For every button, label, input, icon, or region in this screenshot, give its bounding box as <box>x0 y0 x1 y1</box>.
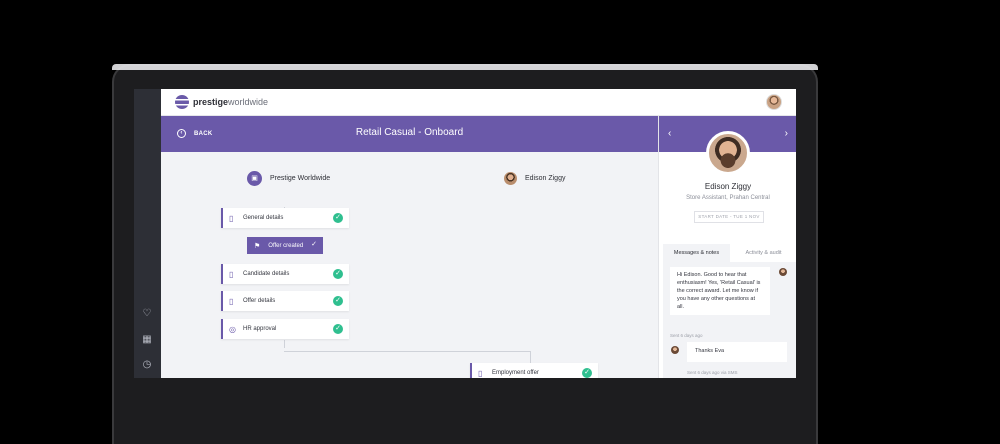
step-employment-offer[interactable]: ▯ Employment offer ✓ <box>470 363 598 378</box>
chevron-left-icon[interactable]: ‹ <box>668 128 671 139</box>
offer-created-badge[interactable]: ⚑ Offer created ✓ <box>247 237 323 254</box>
check-icon: ✓ <box>311 241 317 248</box>
page-title: Retail Casual - Onboard <box>355 127 464 138</box>
flag-icon: ⚑ <box>254 242 261 250</box>
connector-line <box>284 340 285 348</box>
candidate-party: Edison Ziggy <box>504 172 565 185</box>
check-icon: ✓ <box>333 296 343 306</box>
check-icon: ✓ <box>333 269 343 279</box>
message-bubble: Hi Edison. Good to hear that enthusiasm!… <box>670 267 770 315</box>
panel-tabs: Messages & notes Activity & audit <box>663 244 796 262</box>
logo-text: prestigeworldwide <box>193 97 269 107</box>
message-timestamp: Sent 6 days ago <box>670 333 703 338</box>
check-icon: ✓ <box>333 213 343 223</box>
step-general-details[interactable]: ▯ General details ✓ <box>221 208 349 228</box>
candidate-profile-photo <box>706 131 750 175</box>
message-timestamp: Sent 6 days ago via SMS <box>687 370 738 375</box>
candidate-panel: ‹ › Edison Ziggy Store Assistant, Prahan… <box>658 116 796 378</box>
clock-icon[interactable]: ◷ <box>140 358 154 372</box>
tab-messages-notes[interactable]: Messages & notes <box>663 244 730 262</box>
logo-mark-icon <box>175 95 189 109</box>
app-logo[interactable]: prestigeworldwide <box>175 95 268 109</box>
building-icon: ▣ <box>247 171 262 186</box>
tab-activity-audit[interactable]: Activity & audit <box>730 244 796 262</box>
check-icon: ✓ <box>333 324 343 334</box>
candidate-name: Edison Ziggy <box>704 182 752 191</box>
connector-line <box>284 351 530 352</box>
approval-icon: ◎ <box>229 324 236 334</box>
app-screen: ♡ ▦ ◷ prestigeworldwide ‹ BACK Retail Ca… <box>134 89 796 378</box>
step-candidate-details[interactable]: ▯ Candidate details ✓ <box>221 264 349 284</box>
start-date-badge: START DATE - TUE 1 NOV <box>694 211 764 223</box>
device-stage: ♡ ▦ ◷ prestigeworldwide ‹ BACK Retail Ca… <box>0 0 1000 444</box>
chevron-right-icon[interactable]: › <box>785 128 788 139</box>
check-icon: ✓ <box>582 368 592 378</box>
sender-avatar <box>779 268 787 276</box>
heart-icon[interactable]: ♡ <box>140 307 154 321</box>
top-bar: prestigeworldwide <box>161 89 796 116</box>
employer-party: ▣ Prestige Worldwide <box>247 171 330 186</box>
document-icon: ▯ <box>229 269 234 279</box>
side-rail: ♡ ▦ ◷ <box>134 89 161 378</box>
step-offer-details[interactable]: ▯ Offer details ✓ <box>221 291 349 311</box>
page-header: ‹ BACK Retail Casual - Onboard <box>161 116 658 152</box>
user-avatar[interactable] <box>766 94 782 110</box>
calendar-icon[interactable]: ▦ <box>140 333 154 347</box>
laptop-bezel-top <box>112 64 818 70</box>
candidate-role: Store Assistant, Prahan Central <box>686 195 770 201</box>
connector-line <box>530 351 531 363</box>
message-bubble: Thanks Eva <box>687 342 787 362</box>
candidate-avatar <box>504 172 517 185</box>
document-icon: ▯ <box>229 213 234 223</box>
document-icon: ▯ <box>229 296 234 306</box>
sender-avatar <box>671 346 679 354</box>
document-icon: ▯ <box>478 368 483 378</box>
message-thread: Hi Edison. Good to hear that enthusiasm!… <box>663 262 796 378</box>
step-hr-approval[interactable]: ◎ HR approval ✓ <box>221 319 349 339</box>
